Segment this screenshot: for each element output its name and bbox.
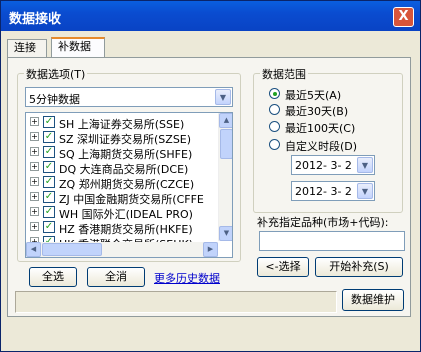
market-row[interactable]: + ✓ HZ 香港期货交易所(HKFE)	[26, 220, 226, 236]
data-range-label: 数据范围	[260, 66, 308, 82]
expand-icon[interactable]: +	[30, 207, 39, 216]
expand-icon[interactable]: +	[30, 132, 39, 141]
range-custom-radio[interactable]: 自定义时段(D)	[269, 137, 399, 153]
market-row[interactable]: + ✓ ZJ 中国金融期货交易所(CFFE	[26, 190, 226, 206]
period-select-value: 5分钟数据	[29, 93, 80, 106]
data-options-label: 数据选项(T)	[24, 66, 88, 82]
horizontal-scroll-thumb[interactable]	[42, 243, 102, 256]
expand-icon[interactable]: +	[30, 177, 39, 186]
market-checkbox[interactable]: ✓	[43, 116, 55, 128]
chevron-down-icon[interactable]: ▼	[215, 89, 231, 105]
horizontal-scrollbar[interactable]: ◀ ▶	[26, 242, 218, 257]
radio-label: 自定义时段(D)	[285, 140, 358, 153]
market-row[interactable]: + ✓ SQ 上海期货交易所(SHFE)	[26, 145, 226, 161]
start-date-value: 2012- 3- 2	[295, 159, 352, 172]
more-history-link[interactable]: 更多历史数据	[154, 270, 220, 286]
radio-label: 最近30天(B)	[285, 105, 349, 118]
status-bar	[15, 291, 337, 313]
start-supplement-button[interactable]: 开始补充(S)	[315, 257, 403, 277]
market-row[interactable]: + ✓ WH 国际外汇(IDEAL PRO)	[26, 205, 226, 221]
tab-connect[interactable]: 连接	[7, 39, 47, 57]
deselect-all-button[interactable]: 全消	[87, 267, 145, 287]
radio-dot[interactable]	[269, 104, 280, 115]
market-checkbox[interactable]: ✓	[43, 146, 55, 158]
market-row[interactable]: + ✓ ZQ 郑州期货交易所(CZCE)	[26, 175, 226, 191]
expand-icon[interactable]: +	[30, 147, 39, 156]
expand-icon[interactable]: +	[30, 117, 39, 126]
market-row[interactable]: + ✓ DQ 大连商品交易所(DCE)	[26, 160, 226, 176]
radio-dot[interactable]	[269, 88, 280, 99]
vertical-scroll-thumb[interactable]	[220, 129, 232, 159]
scroll-up-icon[interactable]: ▲	[219, 113, 232, 128]
market-checkbox[interactable]: ✓	[43, 191, 55, 203]
chevron-down-icon[interactable]: ▼	[357, 157, 373, 173]
market-checkbox[interactable]: ✓	[43, 131, 55, 143]
radio-dot[interactable]	[269, 139, 280, 150]
scroll-down-icon[interactable]: ▼	[219, 226, 232, 241]
end-date-value: 2012- 3- 2	[295, 185, 352, 198]
chevron-down-icon[interactable]: ▼	[357, 183, 373, 199]
market-checkbox[interactable]: ✓	[43, 176, 55, 188]
select-all-button[interactable]: 全选	[29, 267, 77, 287]
market-checkbox[interactable]: ✓	[43, 161, 55, 173]
scroll-left-icon[interactable]: ◀	[26, 242, 41, 257]
choose-button[interactable]: <-选择	[257, 257, 309, 277]
window-title: 数据接收	[9, 12, 62, 27]
market-row[interactable]: + ✓ SH 上海证券交易所(SSE)	[26, 115, 226, 131]
close-button[interactable]: X	[393, 7, 414, 27]
start-date-picker[interactable]: 2012- 3- 2 ▼	[291, 155, 375, 175]
market-row[interactable]: + ✓ SZ 深圳证券交易所(SZSE)	[26, 130, 226, 146]
data-receive-window: 数据接收 X 连接 补数据 数据选项(T) 5分钟数据 ▼ + ✓ SH 上海证券交…	[0, 0, 421, 352]
end-date-picker[interactable]: 2012- 3- 2 ▼	[291, 181, 375, 201]
range-30-days-radio[interactable]: 最近30天(B)	[269, 102, 399, 118]
period-select[interactable]: 5分钟数据 ▼	[25, 87, 233, 107]
vertical-scrollbar[interactable]: ▲ ▼	[218, 113, 232, 241]
market-checkbox[interactable]: ✓	[43, 221, 55, 233]
scroll-right-icon[interactable]: ▶	[203, 242, 218, 257]
supplement-label: 补充指定品种(市场+代码):	[257, 216, 389, 229]
expand-icon[interactable]: +	[30, 222, 39, 231]
market-list[interactable]: + ✓ SH 上海证券交易所(SSE) + ✓ SZ 深圳证券交易所(SZSE) + ✓ SQ …	[25, 112, 233, 258]
expand-icon[interactable]: +	[30, 162, 39, 171]
radio-label: 最近100天(C)	[285, 122, 356, 135]
expand-icon[interactable]: +	[30, 192, 39, 201]
data-maintain-button[interactable]: 数据维护	[342, 289, 404, 311]
title-bar[interactable]: 数据接收 X	[1, 1, 420, 31]
tab-supplement-data[interactable]: 补数据	[51, 37, 105, 58]
radio-label: 最近5天(A)	[285, 89, 342, 102]
range-100-days-radio[interactable]: 最近100天(C)	[269, 119, 399, 135]
market-checkbox[interactable]: ✓	[43, 206, 55, 218]
supplement-code-input[interactable]	[259, 231, 405, 251]
radio-dot[interactable]	[269, 121, 280, 132]
range-5-days-radio[interactable]: 最近5天(A)	[269, 86, 399, 102]
